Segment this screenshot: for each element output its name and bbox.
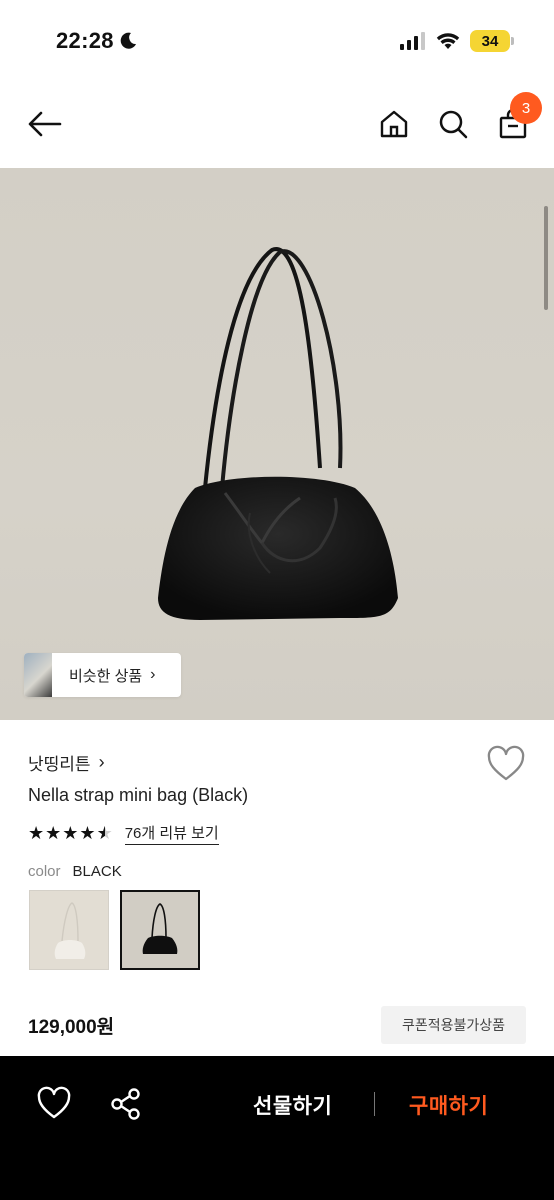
- half-star-icon: ★: [96, 823, 113, 843]
- chevron-right-icon: ›: [150, 666, 156, 683]
- clock-text: 22:28: [56, 28, 114, 53]
- white-bag-thumbnail: [54, 902, 86, 959]
- product-price: 129,000원: [28, 1017, 115, 1038]
- color-option-black[interactable]: [120, 890, 200, 970]
- star-icon: ★: [79, 823, 96, 843]
- color-row: color BLACK: [28, 863, 122, 880]
- product-photo: [158, 247, 398, 620]
- brand-link[interactable]: 낫띵리튼 ›: [28, 750, 105, 775]
- status-time: 22:28: [56, 28, 138, 54]
- cart-count: 3: [521, 99, 531, 117]
- signal-icon: [400, 32, 425, 50]
- search-button[interactable]: [431, 102, 475, 146]
- similar-products-label: 비슷한 상품: [69, 667, 143, 685]
- home-button[interactable]: [372, 102, 416, 146]
- home-icon: [380, 110, 408, 138]
- chevron-right-icon: ›: [98, 752, 105, 772]
- heart-icon: [487, 745, 525, 781]
- bottom-wishlist-button[interactable]: [36, 1086, 72, 1122]
- wishlist-button[interactable]: [486, 745, 526, 785]
- star-icon: ★: [45, 823, 62, 843]
- share-icon: [111, 1088, 140, 1120]
- rating-stars: ★ ★ ★ ★ ★: [28, 823, 113, 844]
- gift-button[interactable]: 선물하기: [253, 1090, 332, 1120]
- rating-row: ★ ★ ★ ★ ★ 76개 리뷰 보기: [28, 822, 219, 845]
- status-icons: 34: [400, 30, 514, 52]
- black-bag-thumbnail: [142, 903, 178, 954]
- divider: [374, 1092, 375, 1116]
- selected-color: BLACK: [72, 863, 122, 880]
- back-arrow-icon: [28, 111, 62, 137]
- bottom-action-bar: 선물하기 구매하기: [0, 1056, 554, 1200]
- similar-products-button[interactable]: 비슷한 상품 ›: [24, 653, 181, 697]
- star-icon: ★: [28, 823, 45, 843]
- scroll-indicator: [544, 206, 548, 310]
- battery-indicator: 34: [470, 30, 514, 52]
- top-navigation: [0, 84, 554, 168]
- similar-product-thumbnail: [24, 653, 52, 697]
- status-bar: 22:28 34: [0, 0, 554, 84]
- product-title: Nella strap mini bag (Black): [28, 785, 249, 805]
- coupon-unavailable-badge: 쿠폰적용불가상품: [381, 1006, 526, 1044]
- back-button[interactable]: [23, 102, 67, 146]
- search-icon: [439, 110, 468, 139]
- color-option-white[interactable]: [29, 890, 109, 970]
- product-image-carousel[interactable]: 비슷한 상품 ›: [0, 168, 554, 720]
- wifi-icon: [436, 33, 460, 49]
- heart-icon: [37, 1086, 71, 1119]
- battery-level: 34: [481, 32, 499, 50]
- color-label: color: [28, 863, 61, 880]
- buy-button[interactable]: 구매하기: [409, 1090, 488, 1120]
- coupon-badge-label: 쿠폰적용불가상품: [401, 1017, 506, 1033]
- star-icon: ★: [62, 823, 79, 843]
- reviews-link[interactable]: 76개 리뷰 보기: [124, 822, 219, 845]
- moon-icon: [120, 32, 136, 49]
- brand-name: 낫띵리튼: [28, 755, 91, 774]
- cart-count-badge: 3: [510, 92, 542, 124]
- share-button[interactable]: [108, 1086, 144, 1122]
